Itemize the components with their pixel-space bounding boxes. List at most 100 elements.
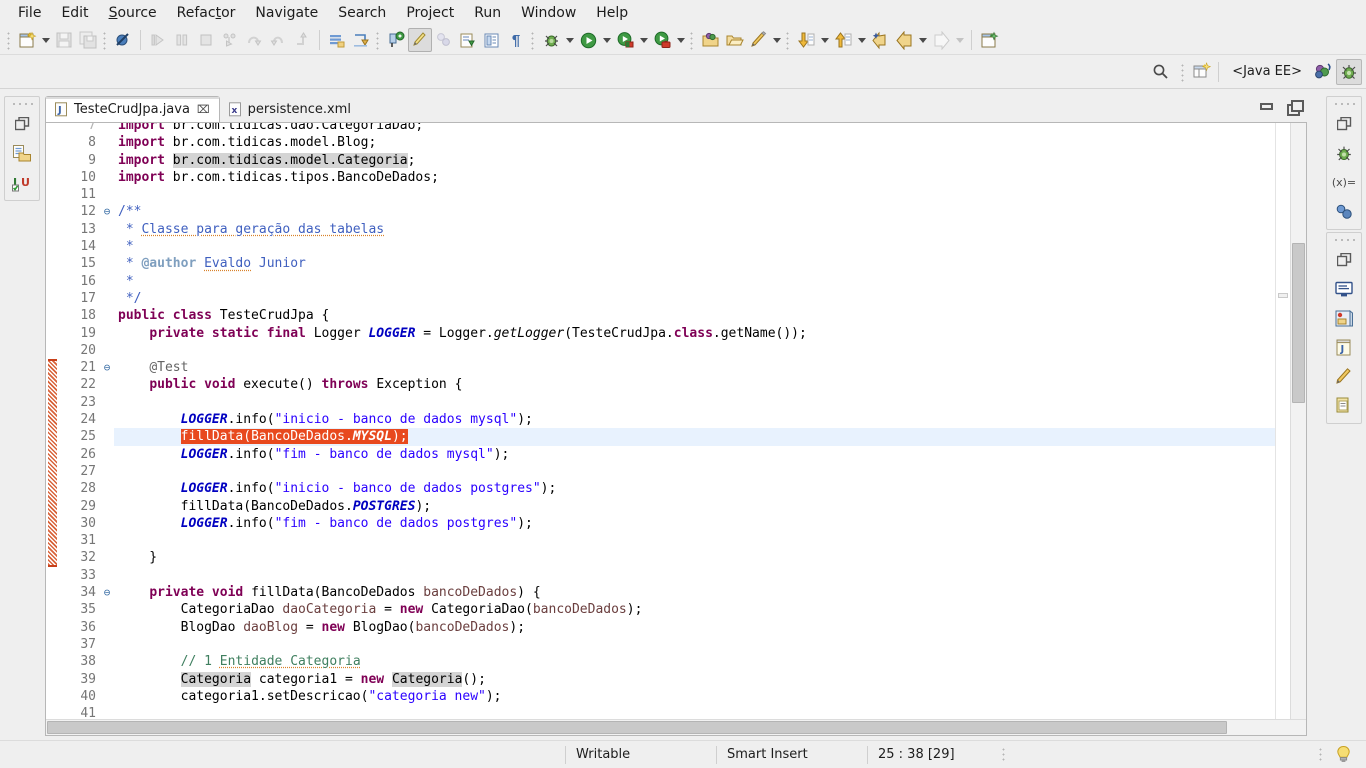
code-line[interactable]: /** (114, 203, 1306, 220)
annotation-dropdown-arrow[interactable] (770, 28, 783, 52)
toolbar-grip-2[interactable] (102, 30, 109, 50)
skip-all-breakpoints-icon[interactable] (111, 28, 135, 52)
toggle-block-selection-icon[interactable] (480, 28, 504, 52)
code-line[interactable]: private static final Logger LOGGER = Log… (114, 325, 1306, 342)
menu-refactor[interactable]: Refactor (167, 2, 246, 24)
fold-toggle-icon[interactable]: ⊖ (100, 359, 114, 376)
trim-drag-handle[interactable] (11, 100, 33, 107)
last-edit-location-icon[interactable] (868, 28, 892, 52)
annotations-view-icon[interactable] (1331, 364, 1357, 388)
code-editor[interactable]: 7 8 9 10 11 12 13 14 15 16 17 18 19 20 21 22 23 24 25 26 27 2… (45, 122, 1307, 736)
code-line[interactable]: } (114, 549, 1306, 566)
code-line[interactable]: LOGGER.info("fim - banco de dados mysql"… (114, 446, 1306, 463)
code-line[interactable]: fillData(BancoDeDados.POSTGRES); (114, 498, 1306, 515)
new-dropdown-arrow[interactable] (39, 28, 52, 52)
javadoc-view-icon[interactable]: J (1331, 335, 1357, 359)
code-line[interactable]: LOGGER.info("fim - banco de dados postgr… (114, 515, 1306, 532)
overview-marker[interactable] (1278, 293, 1288, 298)
code-line[interactable] (114, 532, 1306, 549)
fold-toggle-icon[interactable]: ⊖ (100, 203, 114, 220)
menu-help[interactable]: Help (586, 2, 638, 24)
search-icon[interactable] (1148, 60, 1172, 84)
horizontal-scrollbar-thumb[interactable] (47, 721, 1227, 734)
run-external-tools-icon[interactable] (613, 28, 637, 52)
console-view-icon[interactable] (1331, 277, 1357, 301)
code-line[interactable] (114, 636, 1306, 653)
javaee-perspective-icon[interactable] (1310, 59, 1336, 85)
menu-file[interactable]: File (8, 2, 51, 24)
debug-icon[interactable] (539, 28, 563, 52)
close-icon[interactable]: ⌧ (197, 103, 210, 116)
code-line[interactable]: @Test (114, 359, 1306, 376)
code-line[interactable] (114, 567, 1306, 584)
run-dropdown-arrow[interactable] (600, 28, 613, 52)
open-folder-icon[interactable] (722, 28, 746, 52)
servers-view-icon[interactable] (1331, 306, 1357, 330)
back-icon[interactable] (892, 28, 916, 52)
open-call-hierarchy-icon[interactable] (349, 28, 373, 52)
code-line[interactable]: import br.com.tidicas.dao.CategoriaDao; (114, 123, 1306, 134)
code-line[interactable]: LOGGER.info("inicio - banco de dados mys… (114, 411, 1306, 428)
code-text-area[interactable]: import br.com.tidicas.dao.CategoriaDao; i… (114, 123, 1306, 735)
new-java-package-icon[interactable] (384, 28, 408, 52)
menu-source[interactable]: Source (99, 2, 167, 24)
previous-dropdown-arrow[interactable] (855, 28, 868, 52)
toolbar-grip-6[interactable] (785, 30, 792, 50)
code-line[interactable]: import br.com.tidicas.model.Categoria; (114, 152, 1306, 169)
toolbar-grip-4[interactable] (530, 30, 537, 50)
menu-project[interactable]: Project (396, 2, 464, 24)
toolbar-grip-3[interactable] (375, 30, 382, 50)
menu-navigate[interactable]: Navigate (245, 2, 328, 24)
new-java-project-icon[interactable] (698, 28, 722, 52)
code-line[interactable]: LOGGER.info("inicio - banco de dados pos… (114, 480, 1306, 497)
quick-tip-icon[interactable] (1325, 745, 1366, 764)
debug-perspective-icon[interactable] (1336, 58, 1362, 85)
menu-run[interactable]: Run (464, 2, 511, 24)
menu-edit[interactable]: Edit (51, 2, 98, 24)
new-wizard-icon[interactable] (15, 28, 39, 52)
back-dropdown-arrow[interactable] (916, 28, 929, 52)
debug-view-icon[interactable] (1331, 141, 1357, 165)
code-line[interactable]: categoria1.setDescricao("categoria new")… (114, 688, 1306, 705)
toolbar-grip[interactable] (6, 30, 13, 50)
overview-ruler[interactable] (1275, 123, 1290, 735)
restore-view-icon[interactable] (9, 112, 35, 136)
variables-view-icon[interactable]: (x)= (1331, 170, 1357, 194)
code-line[interactable]: * @author Evaldo Junior (114, 255, 1306, 272)
code-line-current[interactable]: fillData(BancoDeDados.MYSQL); (114, 428, 1306, 446)
horizontal-scrollbar[interactable] (46, 719, 1306, 735)
code-line[interactable]: import br.com.tidicas.model.Blog; (114, 134, 1306, 151)
open-task-icon[interactable] (325, 28, 349, 52)
coverage-dropdown-arrow[interactable] (674, 28, 687, 52)
restore-view-icon[interactable] (1331, 112, 1357, 136)
code-line[interactable]: */ (114, 290, 1306, 307)
annotation-ruler[interactable] (46, 123, 60, 735)
vertical-scrollbar-thumb[interactable] (1292, 243, 1305, 403)
perspective-grip[interactable] (1180, 61, 1188, 82)
folding-ruler[interactable]: ⊖ ⊖ ⊖ (100, 123, 114, 735)
code-line[interactable]: * (114, 273, 1306, 290)
code-line[interactable]: public void execute() throws Exception { (114, 376, 1306, 393)
editor-tab-java[interactable]: J TesteCrudJpa.java ⌧ (45, 96, 220, 122)
code-line[interactable] (114, 186, 1306, 203)
code-line[interactable] (114, 463, 1306, 480)
code-line[interactable]: * (114, 238, 1306, 255)
editor-tab-xml[interactable]: x persistence.xml (220, 96, 360, 122)
fold-toggle-icon[interactable]: ⊖ (100, 584, 114, 601)
toolbar-grip-5[interactable] (689, 30, 696, 50)
external-tools-dropdown-arrow[interactable] (637, 28, 650, 52)
open-type-icon[interactable] (456, 28, 480, 52)
code-line[interactable]: import br.com.tidicas.tipos.BancoDeDados… (114, 169, 1306, 186)
maximize-editor-button[interactable] (1287, 100, 1304, 116)
properties-view-icon[interactable] (1331, 393, 1357, 417)
vertical-scrollbar[interactable] (1290, 123, 1306, 735)
code-line[interactable]: // 1 Entidade Categoria (114, 653, 1306, 670)
code-line[interactable]: CategoriaDao daoCategoria = new Categori… (114, 601, 1306, 618)
run-icon[interactable] (576, 28, 600, 52)
trim-drag-handle-console[interactable] (1333, 236, 1355, 243)
code-line[interactable]: Categoria categoria1 = new Categoria(); (114, 671, 1306, 688)
debug-dropdown-arrow[interactable] (563, 28, 576, 52)
code-line[interactable]: private void fillData(BancoDeDados banco… (114, 584, 1306, 601)
next-annotation-icon[interactable] (794, 28, 818, 52)
code-line[interactable]: BlogDao daoBlog = new BlogDao(bancoDeDad… (114, 619, 1306, 636)
